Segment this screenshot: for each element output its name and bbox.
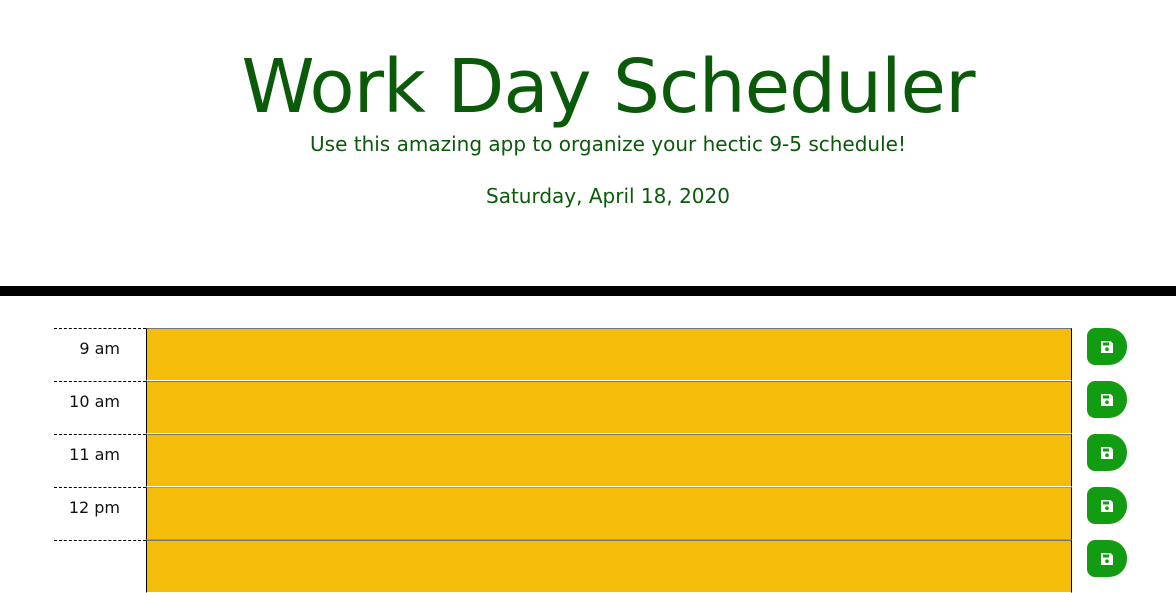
save-button[interactable]	[1087, 487, 1127, 524]
time-block-row: 9 am	[0, 328, 1176, 381]
hour-label: 11 am	[54, 434, 146, 487]
description-textarea[interactable]	[146, 540, 1072, 593]
description-textarea[interactable]	[146, 487, 1072, 540]
time-block-row: 10 am	[0, 381, 1176, 434]
save-button[interactable]	[1087, 434, 1127, 471]
floppy-disk-icon	[1100, 499, 1114, 513]
floppy-disk-icon	[1100, 393, 1114, 407]
description-textarea[interactable]	[146, 381, 1072, 434]
hour-label: 12 pm	[54, 487, 146, 540]
floppy-disk-icon	[1100, 446, 1114, 460]
floppy-disk-icon	[1100, 552, 1114, 566]
floppy-disk-icon	[1100, 340, 1114, 354]
hour-label: 9 am	[54, 328, 146, 381]
time-block-container: 9 am 10 am 11 am 12 pm	[0, 328, 1176, 593]
hour-label: 10 am	[54, 381, 146, 434]
page-subtitle: Use this amazing app to organize your he…	[310, 132, 906, 156]
save-button[interactable]	[1087, 381, 1127, 418]
time-block-row-partial	[0, 540, 1176, 593]
current-day: Saturday, April 18, 2020	[486, 184, 730, 208]
description-textarea[interactable]	[146, 434, 1072, 487]
page-title: Work Day Scheduler	[241, 44, 975, 130]
hour-label	[54, 540, 146, 593]
time-block-row: 11 am	[0, 434, 1176, 487]
save-button[interactable]	[1087, 328, 1127, 365]
time-block-row: 12 pm	[0, 487, 1176, 540]
save-button[interactable]	[1087, 540, 1127, 577]
header: Work Day Scheduler Use this amazing app …	[0, 0, 1176, 296]
description-textarea[interactable]	[146, 328, 1072, 381]
